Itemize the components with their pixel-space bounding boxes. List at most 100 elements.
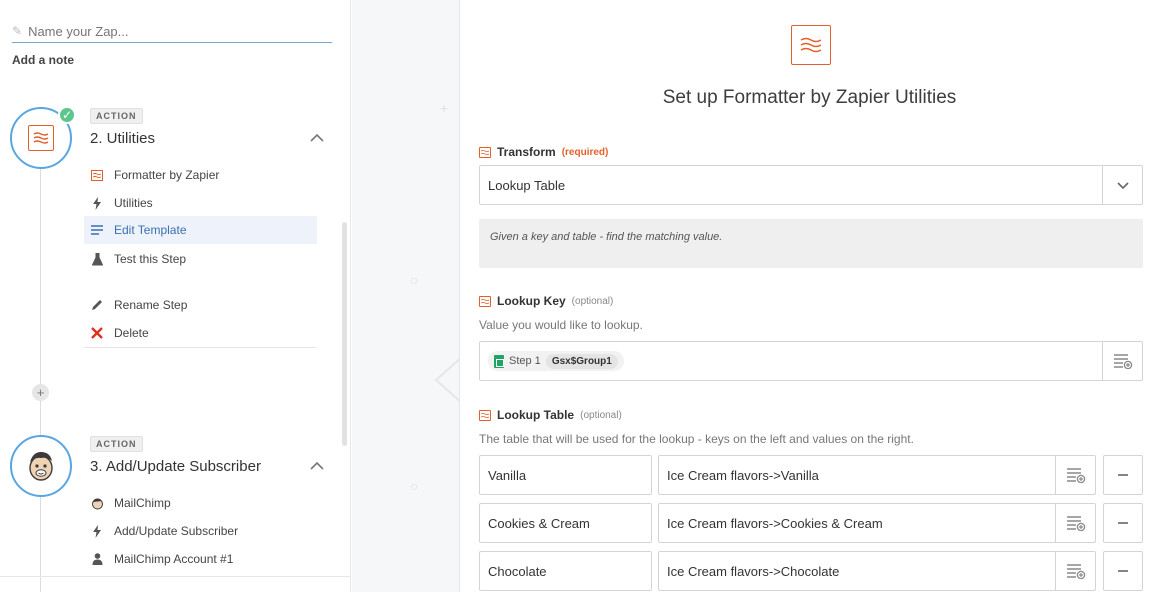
remove-row-button[interactable] [1103,503,1143,543]
table-key-input[interactable]: Cookies & Cream [479,503,652,543]
menu-item-label: Delete [114,326,149,340]
optional-tag: (optional) [571,295,614,307]
minus-icon [1118,522,1128,524]
bolt-icon [90,196,104,210]
lookup-key-help: Value you would like to lookup. [479,318,643,332]
chevron-down-icon[interactable] [1102,166,1142,204]
table-row: Cookies & Cream Ice Cream flavors->Cooki… [479,503,1143,543]
menu-item-account[interactable]: MailChimp Account #1 [84,545,317,573]
lines-icon [90,225,104,235]
table-value-text: Ice Cream flavors->Chocolate [667,563,840,579]
remove-row-button[interactable] [1103,455,1143,495]
mailchimp-icon [22,447,60,485]
insert-field-button[interactable] [1055,504,1095,542]
insert-field-icon [1066,564,1085,579]
insert-field-icon [1113,354,1132,369]
divider [84,347,316,348]
insert-field-icon [1066,516,1085,531]
optional-tag: (optional) [580,409,622,421]
insert-field-button[interactable] [1102,342,1142,380]
menu-item-label: Test this Step [114,252,187,266]
transform-label: Transform (required) [479,145,608,159]
editor-canvas: + ○ ○ [352,0,460,592]
zap-name-field[interactable]: ✎ [12,20,332,43]
sidebar: ✎ Add a note ✓ ACTION 2. Utilities Forma… [0,0,351,592]
menu-item-event[interactable]: Add/Update Subscriber [84,517,317,545]
step-mailchimp-node[interactable] [10,435,72,497]
chevron-up-icon[interactable] [309,458,325,474]
menu-item-test-step[interactable]: Test this Step [84,245,317,273]
step-action-tag: ACTION [90,436,143,452]
formatter-icon [479,295,491,307]
minus-icon [1118,570,1128,572]
insert-field-icon [1066,468,1085,483]
chevron-up-icon[interactable] [309,130,325,146]
menu-item-event[interactable]: Utilities [84,189,317,217]
formatter-icon [90,169,104,181]
timeline-line [40,168,41,592]
step-action-tag: ACTION [90,108,143,124]
formatter-icon [28,125,54,151]
pencil-icon: ✎ [12,24,23,38]
step-title[interactable]: 3. Add/Update Subscriber [90,458,261,475]
check-icon: ✓ [58,106,76,124]
table-key-input[interactable]: Vanilla [479,455,652,495]
remove-row-button[interactable] [1103,551,1143,591]
table-value-input[interactable]: Ice Cream flavors->Vanilla [658,455,1096,495]
sidebar-scrollbar[interactable] [342,222,347,446]
flask-icon [90,252,104,266]
insert-field-button[interactable] [1055,456,1095,494]
zap-name-input[interactable] [28,23,319,39]
menu-item-label: Utilities [114,196,153,210]
formatter-icon [791,25,831,65]
lookup-key-input[interactable]: Step 1 Gsx$Group1 [479,341,1143,381]
transform-select[interactable]: Lookup Table [479,165,1143,205]
table-row: Vanilla Ice Cream flavors->Vanilla [479,455,1143,495]
canvas-diamond-mark [434,358,459,402]
divider [0,576,350,577]
table-key-input[interactable]: Chocolate [479,551,652,591]
lookup-key-label: Lookup Key (optional) [479,294,613,308]
field-label-text: Lookup Key [497,294,566,308]
menu-item-label: Add/Update Subscriber [114,524,239,538]
table-row: Chocolate Ice Cream flavors->Chocolate [479,551,1143,591]
menu-item-rename-step[interactable]: Rename Step [84,291,317,319]
transform-description: Given a key and table - find the matchin… [479,219,1143,268]
menu-item-label: MailChimp Account #1 [114,552,234,566]
menu-item-label: Formatter by Zapier [114,168,220,182]
table-value-text: Ice Cream flavors->Vanilla [667,467,819,483]
table-value-input[interactable]: Ice Cream flavors->Cookies & Cream [658,503,1096,543]
add-note-link[interactable]: Add a note [12,53,74,67]
page-title: Set up Formatter by Zapier Utilities [662,87,957,108]
x-icon [90,327,104,339]
menu-item-label: MailChimp [114,496,171,510]
canvas-plus-mark: + [440,100,449,116]
add-step-plus-icon[interactable]: + [32,384,49,401]
menu-item-label: Edit Template [114,223,187,237]
user-icon [90,553,104,565]
step-editor-panel: Set up Formatter by Zapier Utilities Tra… [461,0,1158,592]
field-label-text: Transform [497,145,556,159]
menu-item-label: Rename Step [114,298,188,312]
canvas-circle-mark: ○ [410,478,419,494]
google-sheets-icon [494,354,504,368]
transform-selected-value: Lookup Table [488,177,566,193]
minus-icon [1118,474,1128,476]
insert-field-button[interactable] [1055,552,1095,590]
formatter-icon [479,146,491,158]
mailchimp-icon [90,497,104,510]
table-value-text: Ice Cream flavors->Cookies & Cream [667,515,883,531]
lookup-table-label: Lookup Table (optional) [479,408,622,422]
field-pill[interactable]: Step 1 Gsx$Group1 [488,351,624,371]
menu-item-delete[interactable]: Delete [84,319,317,347]
pill-value: Gsx$Group1 [545,353,618,369]
table-value-input[interactable]: Ice Cream flavors->Chocolate [658,551,1096,591]
canvas-circle-mark: ○ [410,272,419,288]
step-title[interactable]: 2. Utilities [90,130,155,147]
menu-item-app[interactable]: Formatter by Zapier [84,161,317,189]
menu-item-app[interactable]: MailChimp [84,489,317,517]
bolt-icon [90,524,104,538]
required-tag: (required) [561,146,609,158]
menu-item-edit-template[interactable]: Edit Template [84,216,317,244]
pill-step: Step 1 [509,355,541,367]
